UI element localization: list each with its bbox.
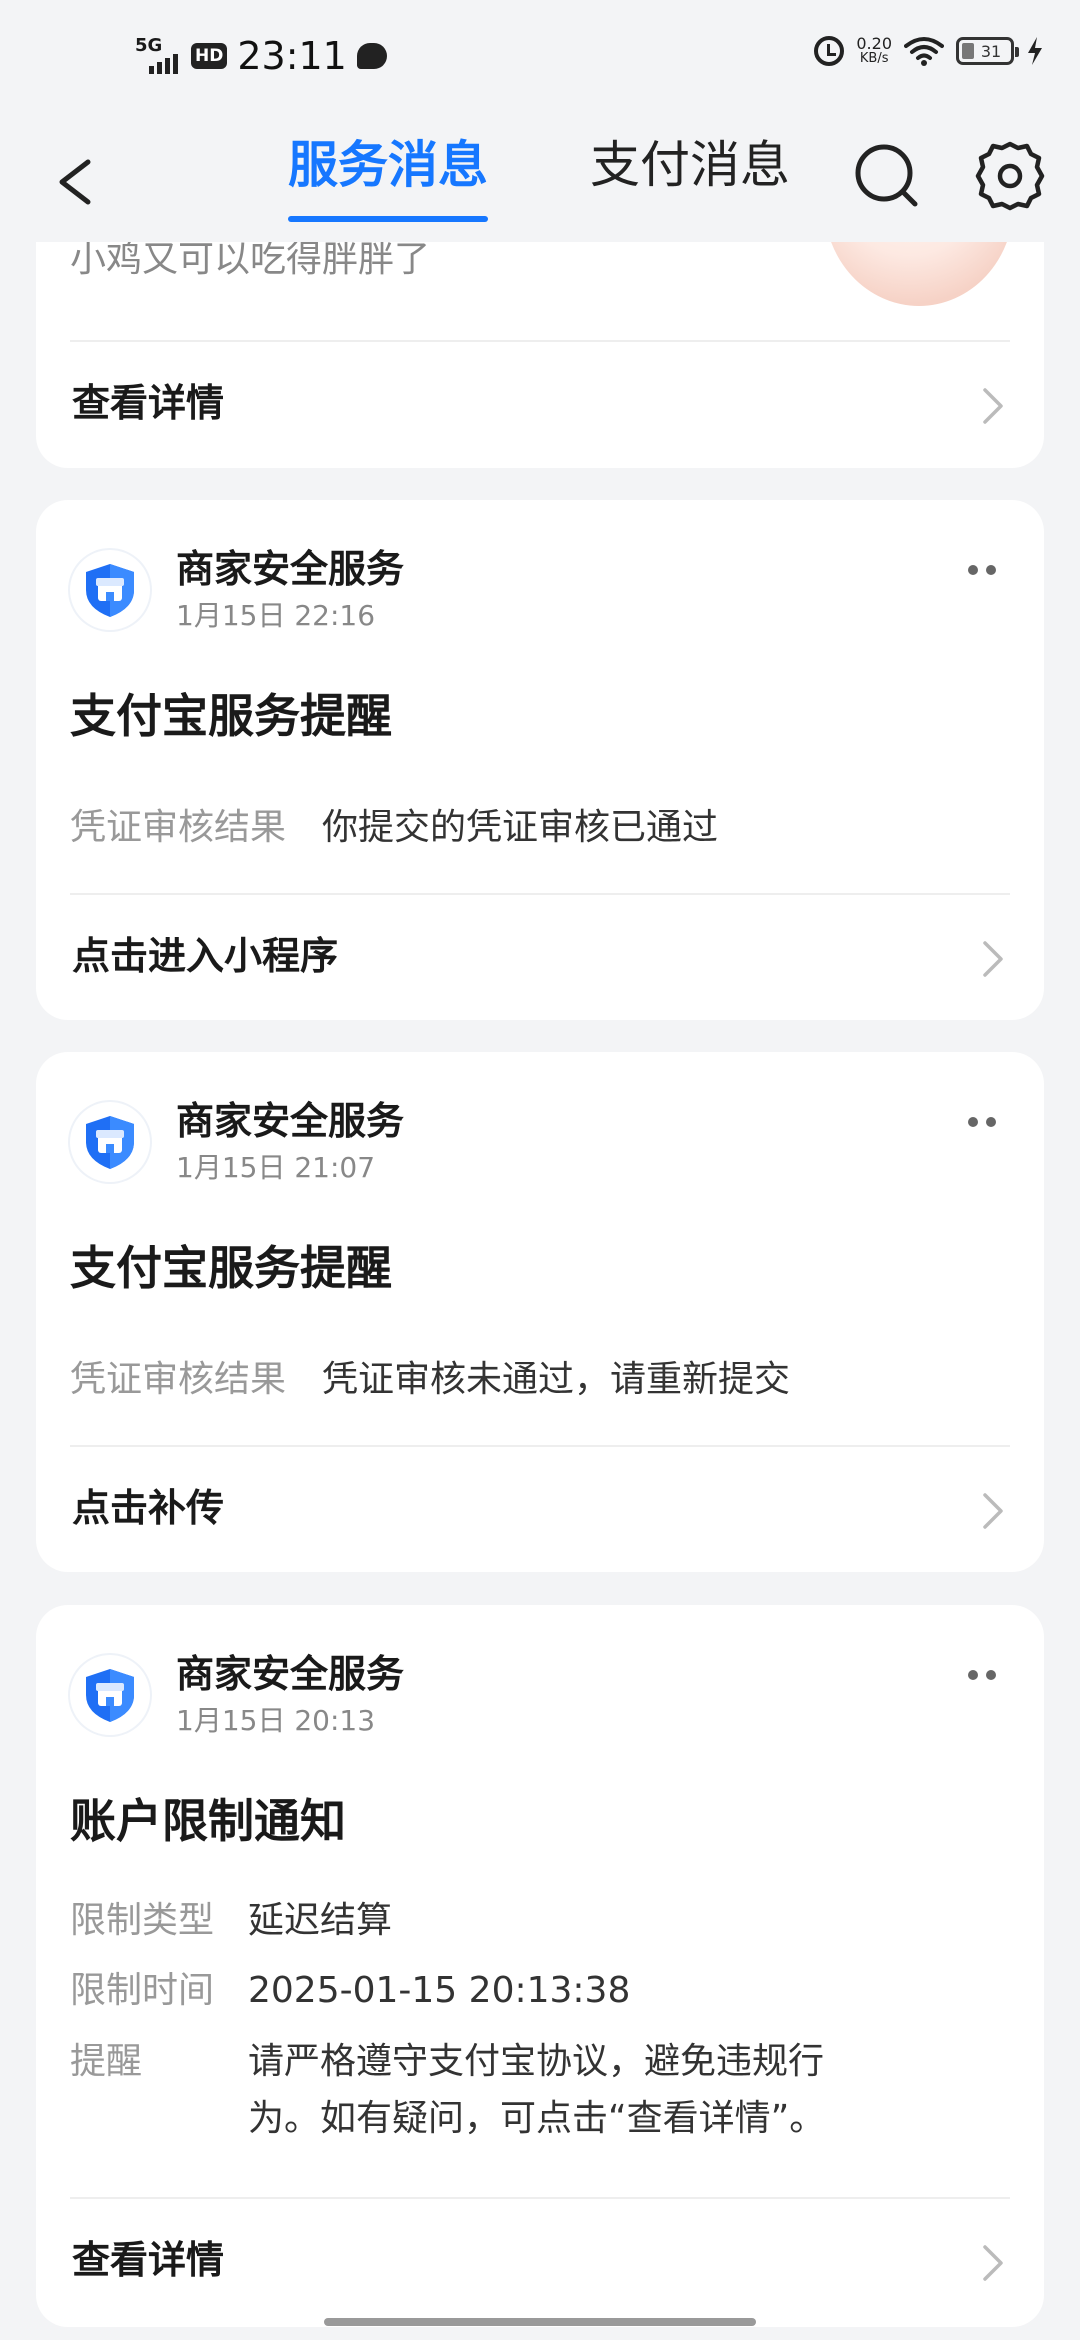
home-indicator[interactable] bbox=[324, 2318, 756, 2326]
message-field: 限制类型 延迟结算 bbox=[70, 1895, 392, 1947]
reupload-row[interactable]: 点击补传 bbox=[36, 1447, 1044, 1572]
status-time: 23:11 bbox=[237, 34, 347, 78]
tab-payment-messages[interactable]: 支付消息 bbox=[590, 130, 790, 230]
shield-store-icon bbox=[70, 1102, 150, 1182]
view-details-row[interactable]: 查看详情 bbox=[36, 2199, 1044, 2325]
message-time: 1月15日 22:16 bbox=[176, 599, 376, 632]
field-value: 延迟结算 bbox=[248, 1900, 393, 1941]
chevron-right-icon bbox=[983, 2245, 1003, 2281]
network-label: 5G bbox=[135, 35, 163, 56]
field-value: 2025-01-15 20:13:38 bbox=[248, 1970, 631, 2011]
message-time: 1月15日 20:13 bbox=[176, 1704, 376, 1737]
network-speed: 0.20 KB/s bbox=[856, 36, 892, 66]
message-title: 账户限制通知 bbox=[70, 1794, 346, 1848]
more-dots-icon[interactable] bbox=[960, 558, 1004, 582]
sender-name: 商家安全服务 bbox=[176, 1099, 405, 1143]
gear-icon[interactable] bbox=[975, 138, 1045, 214]
sender-name: 商家安全服务 bbox=[176, 547, 405, 591]
shield-store-icon bbox=[70, 550, 150, 630]
field-value: 你提交的凭证审核已通过 bbox=[322, 807, 719, 848]
message-card: 商家安全服务 1月15日 21:07 支付宝服务提醒 凭证审核结果 凭证审核未通… bbox=[36, 1052, 1044, 1572]
field-value: 凭证审核未通过，请重新提交 bbox=[322, 1359, 791, 1400]
more-dots-icon[interactable] bbox=[960, 1110, 1004, 1134]
action-label: 查看详情 bbox=[72, 381, 225, 425]
message-field: 限制时间 2025-01-15 20:13:38 bbox=[70, 1965, 630, 2017]
field-label: 凭证审核结果 bbox=[70, 1359, 287, 1400]
status-right: 0.20 KB/s 31 bbox=[814, 36, 1044, 66]
message-bubble-icon bbox=[356, 43, 387, 69]
message-field: 凭证审核结果 你提交的凭证审核已通过 bbox=[70, 802, 718, 854]
message-title: 支付宝服务提醒 bbox=[70, 1241, 392, 1295]
status-left: 5G HD 23:11 bbox=[135, 34, 387, 78]
sender-name: 商家安全服务 bbox=[176, 1652, 405, 1696]
field-label: 限制类型 bbox=[70, 1900, 215, 1941]
chevron-right-icon bbox=[983, 388, 1003, 424]
message-time: 1月15日 21:07 bbox=[176, 1151, 376, 1184]
field-value: 请严格遵守支付宝协议，避免违规行为。如有疑问，可点击“查看详情”。 bbox=[248, 2041, 826, 2139]
chevron-right-icon bbox=[983, 941, 1003, 977]
field-label: 限制时间 bbox=[70, 1970, 215, 2011]
action-label: 点击进入小程序 bbox=[72, 934, 339, 978]
top-nav: 服务消息 支付消息 bbox=[0, 120, 1080, 242]
view-details-row[interactable]: 查看详情 bbox=[36, 342, 1044, 468]
status-bar: 5G HD 23:11 0.20 KB/s 31 bbox=[0, 0, 1080, 120]
field-label: 提醒 bbox=[70, 2041, 143, 2082]
hd-badge: HD bbox=[191, 43, 228, 69]
alarm-icon bbox=[814, 36, 845, 66]
tab-service-messages[interactable]: 服务消息 bbox=[288, 130, 488, 230]
action-label: 查看详情 bbox=[72, 2238, 225, 2282]
chevron-right-icon bbox=[983, 1493, 1003, 1529]
battery-level: 31 bbox=[980, 41, 1002, 61]
charging-icon bbox=[1028, 37, 1042, 65]
back-icon[interactable] bbox=[48, 142, 108, 222]
battery-icon: 31 bbox=[956, 37, 1019, 65]
search-icon[interactable] bbox=[852, 136, 922, 216]
speed-value: 0.20 bbox=[856, 34, 892, 53]
message-field: 凭证审核结果 凭证审核未通过，请重新提交 bbox=[70, 1354, 790, 1406]
mini-program-row[interactable]: 点击进入小程序 bbox=[36, 895, 1044, 1020]
signal-icon: 5G bbox=[135, 36, 181, 76]
more-dots-icon[interactable] bbox=[960, 1663, 1004, 1687]
field-label: 凭证审核结果 bbox=[70, 807, 287, 848]
message-field: 提醒 请严格遵守支付宝协议，避免违规行为。如有疑问，可点击“查看详情”。 bbox=[70, 2033, 850, 2147]
message-card: 商家安全服务 1月15日 20:13 账户限制通知 限制类型 延迟结算 限制时间… bbox=[36, 1605, 1044, 2327]
speed-unit: KB/s bbox=[859, 51, 889, 66]
wifi-icon bbox=[904, 37, 944, 66]
shield-store-icon bbox=[70, 1655, 150, 1735]
message-title: 支付宝服务提醒 bbox=[70, 689, 392, 743]
message-card: 商家安全服务 1月15日 22:16 支付宝服务提醒 凭证审核结果 你提交的凭证… bbox=[36, 500, 1044, 1020]
action-label: 点击补传 bbox=[72, 1486, 225, 1530]
